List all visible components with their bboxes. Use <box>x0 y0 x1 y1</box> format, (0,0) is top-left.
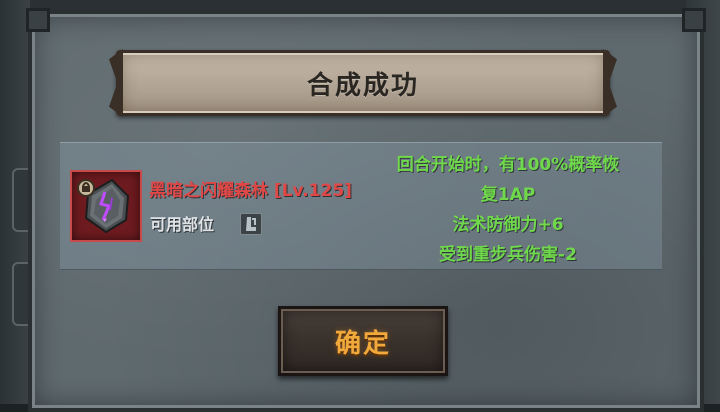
effect-line: 受到重步兵伤害-2 <box>439 245 577 265</box>
confirm-button[interactable]: 确定 <box>278 306 448 376</box>
rune-stone-icon <box>77 178 130 234</box>
equip-slot-label: 可用部位 <box>150 215 215 234</box>
effect-line: 回合开始时，有100%概率恢 <box>396 155 620 175</box>
frame-corner <box>26 8 50 32</box>
frame-corner <box>682 8 706 32</box>
dialog-title: 合成成功 <box>306 70 419 101</box>
effect-line: 复1AP <box>480 185 536 205</box>
background-left-panel <box>0 0 46 404</box>
item-name: 黑暗之闪耀森林 [Lv.125] <box>149 181 352 201</box>
item-icon-slot[interactable] <box>70 170 142 242</box>
confirm-button-label: 确定 <box>334 328 391 359</box>
boots-icon <box>240 213 262 235</box>
effect-line: 法术防御力+6 <box>452 215 564 235</box>
title-banner: 合成成功 <box>109 49 617 117</box>
item-effects: 回合开始时，有100%概率恢 复1AP 法术防御力+6 受到重步兵伤害-2 <box>372 150 644 270</box>
